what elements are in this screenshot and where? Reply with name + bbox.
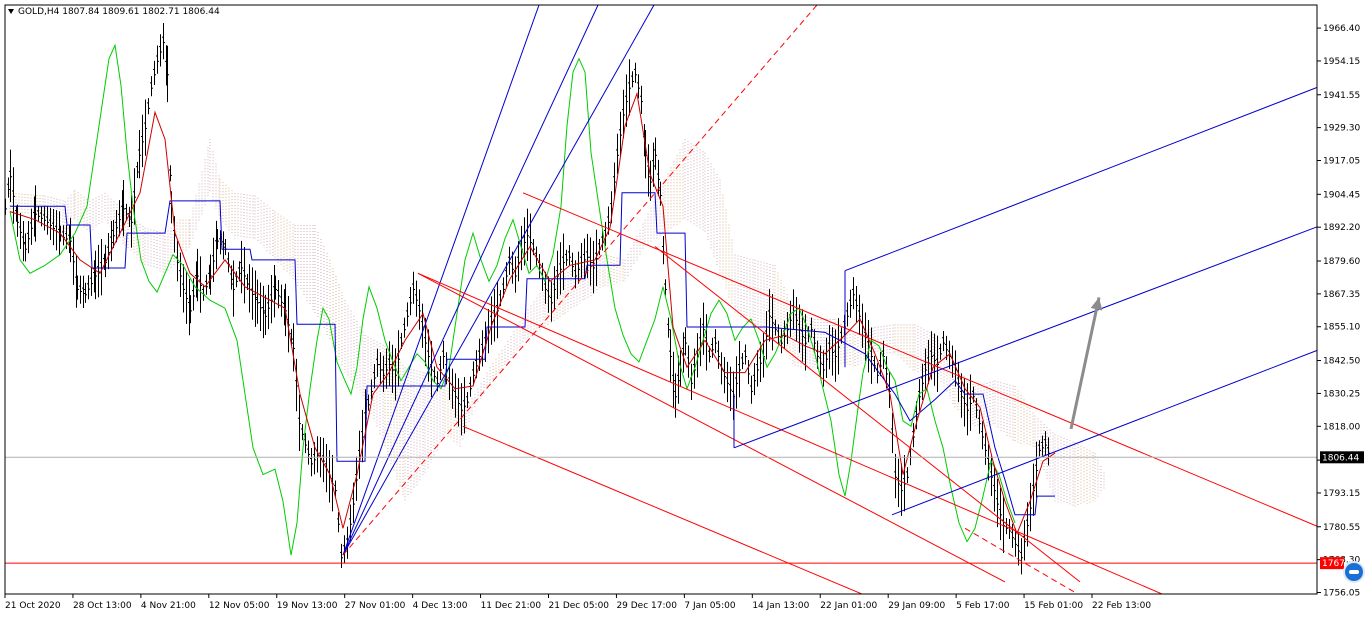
red-channel-dashed-extension	[964, 527, 1079, 594]
chikou-span-line	[9, 43, 1016, 556]
symbol-label: GOLD,H4 1807.84 1809.61 1802.71 1806.44	[8, 7, 220, 17]
dropdown-triangle-icon[interactable]	[8, 9, 14, 14]
blue-fan-line-2	[342, 5, 655, 556]
y-tick-label: 1818.00	[1323, 422, 1360, 432]
y-tick-label: 1879.60	[1323, 257, 1360, 267]
x-tick-label: 21 Dec 05:00	[549, 601, 610, 611]
price-chart-svg[interactable]: 1966.40 1954.15 1941.55 1929.30 1917.05 1904.…	[0, 0, 1365, 619]
x-tick-label: 29 Dec 17:00	[616, 601, 677, 611]
y-tick-label: 1780.55	[1323, 523, 1360, 533]
y-tick-label: 1842.50	[1323, 357, 1360, 367]
y-tick-label: 1966.40	[1323, 24, 1360, 34]
x-tick-label: 29 Jan 09:00	[888, 601, 945, 611]
plot-layer	[5, 5, 1317, 594]
red-channel-line-2	[462, 425, 864, 594]
y-tick-label: 1793.15	[1323, 489, 1360, 499]
x-tick-label: 19 Nov 13:00	[277, 601, 338, 611]
red-channel-line-1	[522, 192, 1317, 527]
chart-area[interactable]: 1966.40 1954.15 1941.55 1929.30 1917.05 1904.…	[0, 0, 1365, 619]
x-tick-label: 27 Nov 01:00	[345, 601, 406, 611]
blue-channel-line-0	[844, 86, 1317, 272]
y-tick-label: 1892.20	[1323, 223, 1360, 233]
red-channel-line-4	[654, 246, 1081, 583]
x-tick-label: 14 Jan 13:00	[752, 601, 809, 611]
forecast-arrow-head	[1090, 297, 1103, 311]
y-tick-label: 1929.30	[1323, 124, 1360, 134]
forecast-arrow-shaft	[1069, 297, 1101, 430]
x-tick-label: 22 Jan 01:00	[820, 601, 877, 611]
y-tick-label: 1855.10	[1323, 323, 1360, 333]
last-price-tag-text: 1806.44	[1322, 453, 1359, 463]
scroll-toggle-icon[interactable]	[1343, 561, 1365, 583]
red-channel-line-3	[417, 272, 1164, 594]
y-tick-label: 1941.55	[1323, 91, 1360, 101]
blue-channel-line-1	[733, 226, 1317, 449]
x-tick-label: 15 Feb 01:00	[1024, 601, 1083, 611]
x-tick-label: 7 Jan 05:00	[684, 601, 736, 611]
x-tick-label: 12 Nov 05:00	[209, 601, 270, 611]
x-tick-label: 4 Nov 21:00	[141, 601, 196, 611]
symbol-label-text: GOLD,H4 1807.84 1809.61 1802.71 1806.44	[18, 7, 220, 17]
plot-frame	[4, 4, 1318, 595]
y-tick-label: 1917.05	[1323, 157, 1360, 167]
blue-channel-line-2	[891, 349, 1317, 516]
y-tick-label: 1867.35	[1323, 290, 1360, 300]
x-tick-label: 22 Feb 13:00	[1092, 601, 1151, 611]
y-tick-label: 1904.45	[1323, 190, 1360, 200]
level-price-tag-text: 1767	[1322, 559, 1345, 569]
x-tick-label: 28 Oct 13:00	[73, 601, 132, 611]
x-tick-label: 11 Dec 21:00	[481, 601, 542, 611]
x-tick-label: 4 Dec 13:00	[413, 601, 468, 611]
y-tick-label: 1954.15	[1323, 57, 1360, 67]
x-tick-label: 5 Feb 17:00	[956, 601, 1010, 611]
y-tick-label: 1756.05	[1323, 589, 1360, 599]
x-tick-label: 21 Oct 2020	[5, 601, 61, 611]
y-tick-label: 1830.25	[1323, 389, 1360, 399]
